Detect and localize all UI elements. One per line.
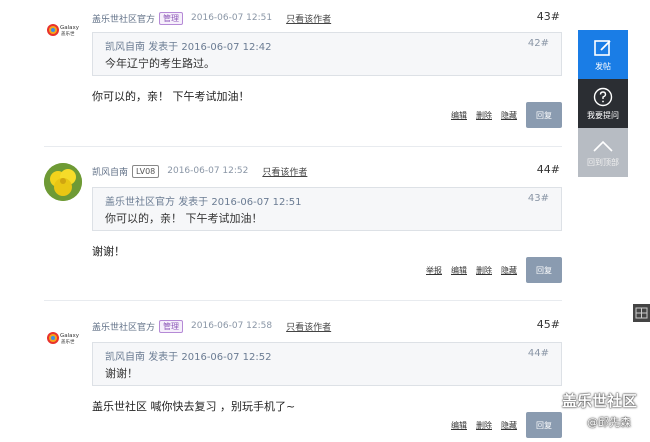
role-badge: 管理 — [159, 319, 184, 333]
new-post-label: 发帖 — [595, 61, 611, 71]
post-header: 盖乐世社区官方 管理 2016-06-07 12:58 只看该作者 — [92, 318, 331, 334]
galaxy-logo-icon: Galaxy 盖乐世 — [47, 24, 80, 37]
report-link[interactable]: 举报 — [426, 265, 442, 276]
divider — [44, 146, 562, 147]
avatar[interactable] — [44, 163, 82, 201]
quote-posted-label: 发表于 — [148, 42, 179, 53]
delete-link[interactable]: 删除 — [476, 420, 492, 431]
delete-link[interactable]: 删除 — [476, 110, 492, 121]
quote-text: 今年辽宁的考生路过。 — [105, 57, 215, 70]
watermark-handle: @邱先森 — [587, 416, 631, 429]
only-author-link[interactable]: 只看该作者 — [286, 12, 331, 25]
quote-floor: 42# — [527, 38, 549, 49]
floor-number: 44# — [536, 163, 560, 176]
svg-text:盖乐世: 盖乐世 — [61, 338, 75, 345]
quote-floor: 43# — [527, 193, 549, 204]
reply-button[interactable]: 回复 — [526, 412, 562, 438]
floating-sidebar: 发帖 我要提问 回到顶部 — [578, 30, 628, 177]
grid-icon — [635, 307, 648, 319]
quote-floor: 44# — [527, 348, 549, 359]
post-header: 凯风自南 LV08 2016-06-07 12:52 只看该作者 — [92, 163, 307, 179]
back-to-top-button[interactable]: 回到顶部 — [578, 128, 628, 177]
edit-link[interactable]: 编辑 — [451, 110, 467, 121]
author-name[interactable]: 盖乐世社区官方 — [92, 12, 155, 25]
post-content: 盖乐世社区 喊你快去复习 ，别玩手机了~ — [92, 400, 296, 413]
role-badge: 管理 — [159, 11, 184, 25]
quote-block: 凯风自南 发表于 2016-06-07 12:42 42# 今年辽宁的考生路过。 — [92, 32, 562, 76]
author-name[interactable]: 凯风自南 — [92, 165, 128, 178]
avatar[interactable]: Galaxy 盖乐世 — [44, 10, 82, 48]
watermark-title: 盖乐世社区 — [562, 392, 638, 410]
post-content: 你可以的，亲！ 下午考试加油！ — [92, 90, 250, 103]
svg-text:Galaxy: Galaxy — [60, 25, 80, 31]
quote-block: 凯风自南 发表于 2016-06-07 12:52 44# 谢谢！ — [92, 342, 562, 386]
quote-author: 凯风自南 — [105, 352, 145, 363]
edit-icon — [594, 39, 611, 56]
post-time: 2016-06-07 12:52 — [167, 166, 249, 176]
post-header: 盖乐世社区官方 管理 2016-06-07 12:51 只看该作者 — [92, 10, 331, 26]
hide-link[interactable]: 隐藏 — [501, 265, 517, 276]
edit-link[interactable]: 编辑 — [451, 265, 467, 276]
hide-link[interactable]: 隐藏 — [501, 110, 517, 121]
quote-text: 你可以的，亲！ 下午考试加油！ — [105, 212, 263, 225]
only-author-link[interactable]: 只看该作者 — [286, 320, 331, 333]
quote-text: 谢谢！ — [105, 367, 138, 380]
post-actions: 举报 编辑 删除 隐藏 回复 — [417, 257, 562, 283]
quote-block: 盖乐世社区官方 发表于 2016-06-07 12:51 43# 你可以的，亲！… — [92, 187, 562, 231]
quote-header: 盖乐世社区官方 发表于 2016-06-07 12:51 — [105, 193, 302, 208]
floor-number: 45# — [536, 318, 560, 331]
svg-text:Galaxy: Galaxy — [60, 333, 80, 339]
quote-header: 凯风自南 发表于 2016-06-07 12:42 — [105, 38, 272, 53]
floor-number: 43# — [536, 10, 560, 23]
author-name[interactable]: 盖乐世社区官方 — [92, 320, 155, 333]
quote-time: 2016-06-07 12:52 — [181, 352, 272, 363]
only-author-link[interactable]: 只看该作者 — [262, 165, 307, 178]
ask-question-button[interactable]: 我要提问 — [578, 79, 628, 128]
quote-author: 凯风自南 — [105, 42, 145, 53]
post-44: 凯风自南 LV08 2016-06-07 12:52 只看该作者 44# 盖乐世… — [44, 163, 562, 288]
post-43: Galaxy 盖乐世 盖乐世社区官方 管理 2016-06-07 12:51 只… — [44, 10, 562, 140]
svg-text:盖乐世: 盖乐世 — [61, 30, 75, 37]
level-badge: LV08 — [132, 164, 160, 178]
quote-posted-label: 发表于 — [148, 352, 179, 363]
yellow-flower-icon — [44, 163, 82, 201]
delete-link[interactable]: 删除 — [476, 265, 492, 276]
new-post-button[interactable]: 发帖 — [578, 30, 628, 79]
divider — [44, 300, 562, 301]
post-actions: 编辑 删除 隐藏 回复 — [442, 412, 562, 438]
quote-time: 2016-06-07 12:42 — [181, 42, 272, 53]
question-icon — [593, 87, 613, 106]
side-panel-tab[interactable] — [633, 304, 650, 322]
avatar[interactable]: Galaxy 盖乐世 — [44, 318, 82, 356]
galaxy-logo-icon: Galaxy 盖乐世 — [47, 332, 80, 345]
post-time: 2016-06-07 12:58 — [191, 321, 273, 331]
post-45: Galaxy 盖乐世 盖乐世社区官方 管理 2016-06-07 12:58 只… — [44, 318, 562, 442]
quote-author: 盖乐世社区官方 — [105, 197, 175, 208]
post-time: 2016-06-07 12:51 — [191, 13, 273, 23]
quote-header: 凯风自南 发表于 2016-06-07 12:52 — [105, 348, 272, 363]
edit-link[interactable]: 编辑 — [451, 420, 467, 431]
reply-button[interactable]: 回复 — [526, 257, 562, 283]
quote-posted-label: 发表于 — [178, 197, 209, 208]
hide-link[interactable]: 隐藏 — [501, 420, 517, 431]
ask-question-label: 我要提问 — [587, 110, 619, 120]
post-actions: 编辑 删除 隐藏 回复 — [442, 102, 562, 128]
reply-button[interactable]: 回复 — [526, 102, 562, 128]
quote-time: 2016-06-07 12:51 — [211, 197, 302, 208]
chevron-up-icon — [593, 140, 613, 152]
back-to-top-label: 回到顶部 — [587, 157, 619, 167]
post-content: 谢谢！ — [92, 245, 125, 258]
